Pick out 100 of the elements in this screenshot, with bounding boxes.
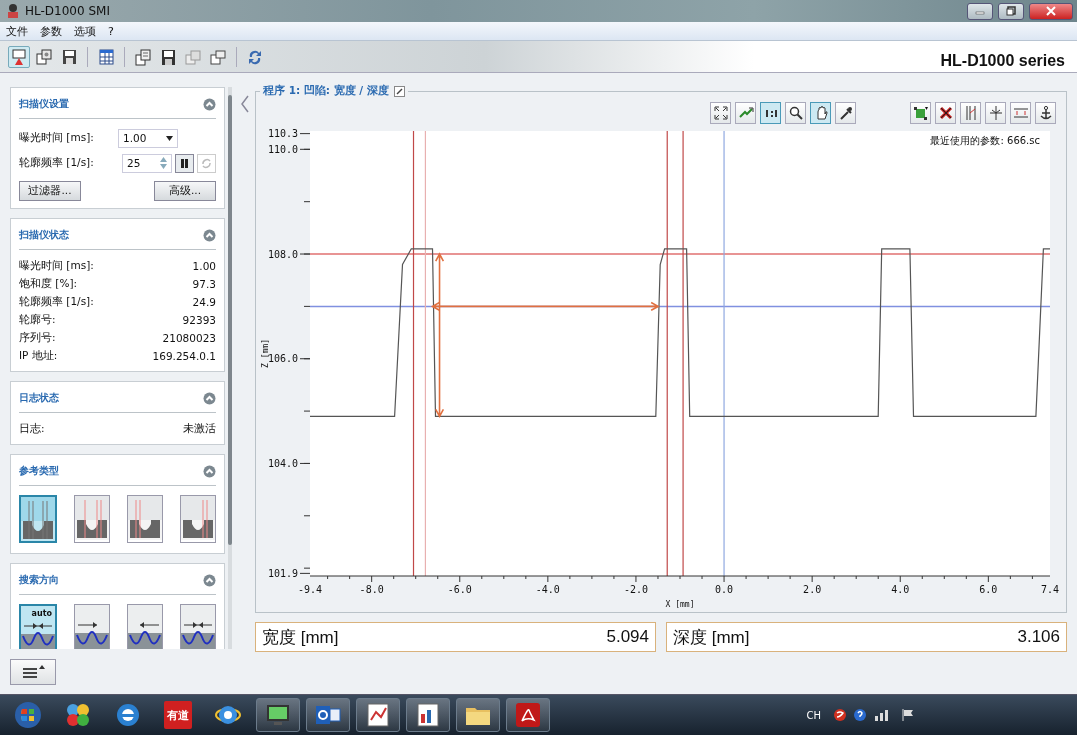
close-button[interactable] — [1029, 2, 1073, 20]
axis-tick-label: -2.0 — [623, 584, 648, 595]
menu-button[interactable] — [10, 659, 56, 685]
floppy-icon — [159, 47, 177, 66]
search-direction-option[interactable] — [180, 604, 216, 649]
panel-title: 扫描仪设置 — [19, 97, 69, 111]
table-icon — [97, 47, 115, 66]
cursor-lines-icon — [987, 105, 1004, 121]
app-icon — [6, 3, 20, 19]
restore-icon — [1006, 6, 1016, 16]
collapse-icon[interactable] — [203, 464, 216, 478]
tool-button[interactable] — [785, 102, 806, 124]
dialog-button[interactable]: 高级... — [154, 181, 216, 201]
taskbar-button[interactable] — [256, 698, 300, 732]
taskbar-button[interactable] — [406, 698, 450, 732]
taskbar-button[interactable] — [356, 698, 400, 732]
collapse-icon[interactable] — [203, 391, 216, 405]
axis-title: Z [mm] — [261, 339, 270, 368]
delete-icon — [937, 105, 954, 121]
edit-icon — [393, 85, 405, 97]
program-title: 程序 1: 凹陷: 宽度 / 深度 — [263, 84, 389, 98]
collapse-icon[interactable] — [203, 573, 216, 587]
taskbar-button[interactable]: 有道 — [156, 698, 200, 732]
window-title: HL-D1000 SMI — [25, 4, 110, 18]
measurement-value: 3.106 — [1017, 627, 1060, 647]
axis-title: X [mm] — [665, 600, 695, 609]
exposure-dropdown[interactable]: 1.00 — [118, 128, 178, 148]
restore-button[interactable] — [998, 2, 1024, 20]
language-indicator[interactable]: CH — [806, 709, 821, 721]
taskbar-button[interactable] — [306, 698, 350, 732]
axis-tick-label: 110.3 — [267, 128, 298, 140]
search-direction-option[interactable] — [74, 604, 110, 649]
tool-button[interactable] — [810, 102, 831, 124]
auto-label: auto — [31, 609, 52, 618]
axis-tick-label: 110.0 — [267, 143, 298, 155]
measurement-label: 深度 [mm] — [673, 626, 750, 649]
tool-button[interactable] — [835, 102, 856, 124]
menu-item[interactable]: 文件 — [6, 23, 28, 39]
frequency-spinbox[interactable]: 25 — [122, 153, 172, 173]
tool-button[interactable] — [935, 102, 956, 124]
pause-button[interactable] — [175, 153, 194, 173]
reference-type-option[interactable] — [127, 495, 163, 543]
field-label: 曝光时间 [ms]: — [19, 131, 94, 145]
copy-icon — [184, 47, 202, 66]
menu-item[interactable]: 参数 — [40, 23, 62, 39]
status-label: 轮廓频率 [1/s]: — [19, 294, 94, 309]
menu-item[interactable]: 选项 — [74, 23, 96, 39]
profile-icon — [181, 496, 215, 540]
axis-tick-label: -8.0 — [359, 584, 384, 595]
chevron-left-icon — [240, 95, 250, 113]
panel-title: 搜索方向 — [19, 573, 59, 587]
measurement-value: 5.094 — [606, 627, 649, 647]
caret-icon — [166, 135, 173, 141]
search-direction-option[interactable]: auto — [19, 604, 57, 649]
minimize-button[interactable] — [967, 2, 993, 20]
reference-type-option[interactable] — [74, 495, 110, 543]
collapse-icon[interactable] — [203, 228, 216, 242]
tool-button[interactable] — [710, 102, 731, 124]
axis-tick-label: -4.0 — [535, 584, 560, 595]
axis-tick-label: -6.0 — [447, 584, 472, 595]
field-label: 轮廓频率 [1/s]: — [19, 156, 94, 170]
collapse-icon[interactable] — [203, 97, 216, 111]
stepper-icon — [160, 156, 167, 170]
profile-icon — [75, 496, 109, 540]
menu-item[interactable]: ? — [108, 24, 114, 38]
status-label: 日志: — [19, 421, 45, 436]
status-label: IP 地址: — [19, 348, 58, 363]
scrollbar[interactable] — [228, 87, 232, 649]
expand-icon — [712, 105, 729, 121]
profile-icon — [21, 497, 55, 541]
panel-title: 参考类型 — [19, 464, 59, 478]
tool-button[interactable] — [760, 102, 781, 124]
tool-button[interactable] — [1035, 102, 1056, 124]
help-icon — [853, 708, 867, 722]
status-label: 轮廓号: — [19, 312, 56, 327]
status-label: 曝光时间 [ms]: — [19, 258, 94, 273]
flag-icon — [901, 708, 915, 722]
documents-icon — [35, 47, 53, 66]
node-add-icon — [912, 105, 929, 121]
axis-tick-label: 6.0 — [979, 584, 998, 595]
reference-type-option[interactable] — [19, 495, 57, 543]
product-name: HL-D1000 series — [940, 52, 1065, 71]
status-value: 未激活 — [183, 421, 216, 436]
profile-icon — [181, 605, 215, 649]
close-icon — [1046, 6, 1056, 16]
taskbar-button[interactable] — [506, 698, 550, 732]
anchor-icon — [1037, 105, 1054, 121]
documents-icon — [134, 47, 152, 66]
dialog-button[interactable]: 过滤器... — [19, 181, 81, 201]
search-direction-option[interactable] — [127, 604, 163, 649]
reference-type-option[interactable] — [180, 495, 216, 543]
last-parameters-text: 最近使用的参数: 666.sc — [930, 134, 1040, 148]
tray-app-icon — [833, 708, 847, 722]
axis-tick-label: 2.0 — [803, 584, 822, 595]
tool-button[interactable] — [910, 102, 931, 124]
taskbar-button[interactable] — [456, 698, 500, 732]
search-icon — [787, 105, 804, 121]
panel-title: 扫描仪状态 — [19, 228, 69, 242]
axis-tick-label: 4.0 — [891, 584, 910, 595]
axis-tick-label: 101.9 — [267, 567, 298, 579]
